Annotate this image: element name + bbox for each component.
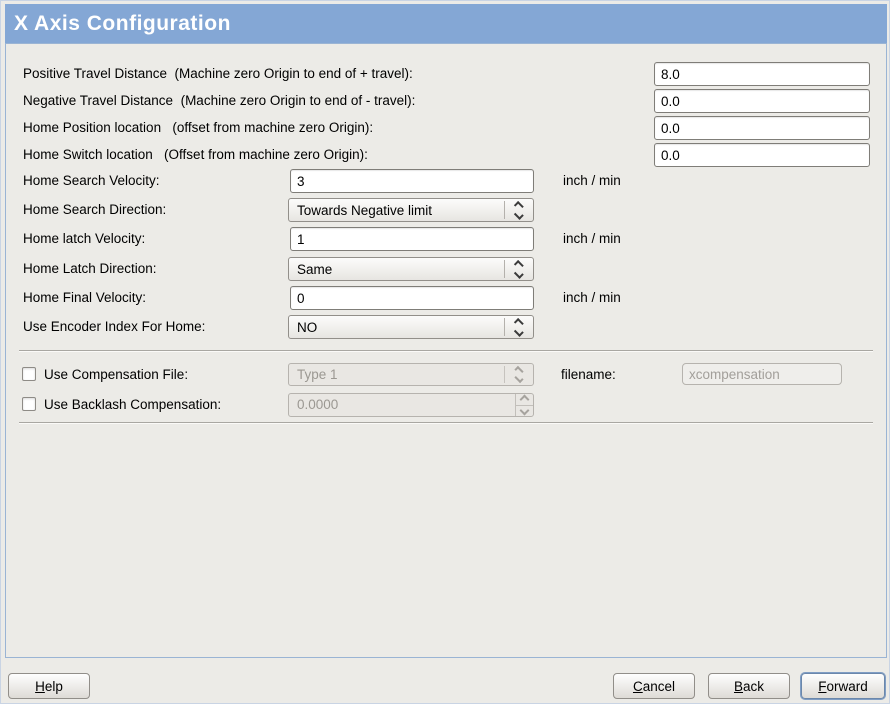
home-latch-direction-value: Same bbox=[289, 262, 504, 277]
home-search-direction-select[interactable]: Towards Negative limit bbox=[288, 198, 534, 222]
positive-travel-input[interactable] bbox=[654, 62, 870, 86]
home-search-direction-value: Towards Negative limit bbox=[289, 203, 504, 218]
compensation-type-value: Type 1 bbox=[289, 367, 504, 382]
separator bbox=[19, 350, 873, 352]
separator bbox=[19, 422, 873, 424]
compensation-type-select: Type 1 bbox=[288, 363, 534, 386]
home-search-velocity-label: Home Search Velocity: bbox=[23, 169, 160, 192]
use-compensation-file-checkbox[interactable] bbox=[22, 367, 36, 381]
home-latch-velocity-label: Home latch Velocity: bbox=[23, 227, 145, 250]
combo-arrows-icon bbox=[504, 201, 533, 219]
home-search-velocity-input[interactable] bbox=[290, 169, 534, 193]
use-backlash-compensation-checkbox[interactable] bbox=[22, 397, 36, 411]
x-axis-configuration-window: X Axis Configuration Positive Travel Dis… bbox=[0, 0, 890, 704]
home-final-velocity-input[interactable] bbox=[290, 286, 534, 310]
negative-travel-input[interactable] bbox=[654, 89, 870, 113]
use-compensation-file-label: Use Compensation File: bbox=[44, 363, 188, 386]
forward-button[interactable]: Forward bbox=[801, 673, 885, 699]
help-button[interactable]: Help bbox=[8, 673, 90, 699]
home-final-velocity-unit: inch / min bbox=[563, 286, 621, 310]
combo-arrows-icon bbox=[504, 318, 533, 336]
backlash-value: 0.0000 bbox=[289, 394, 515, 416]
cancel-button[interactable]: Cancel bbox=[613, 673, 695, 699]
home-latch-velocity-input[interactable] bbox=[290, 227, 534, 251]
home-switch-label: Home Switch location (Offset from machin… bbox=[23, 143, 368, 166]
home-latch-velocity-unit: inch / min bbox=[563, 227, 621, 251]
encoder-index-value: NO bbox=[289, 320, 504, 335]
negative-travel-label: Negative Travel Distance (Machine zero O… bbox=[23, 89, 415, 112]
spin-down-icon bbox=[516, 406, 533, 417]
encoder-index-select[interactable]: NO bbox=[288, 315, 534, 339]
home-search-velocity-unit: inch / min bbox=[563, 169, 621, 193]
compensation-filename-input bbox=[682, 363, 842, 385]
filename-label: filename: bbox=[561, 363, 616, 386]
home-latch-direction-select[interactable]: Same bbox=[288, 257, 534, 281]
page-title: X Axis Configuration bbox=[5, 4, 887, 43]
spin-up-icon bbox=[516, 394, 533, 406]
combo-arrows-icon bbox=[504, 260, 533, 278]
home-final-velocity-label: Home Final Velocity: bbox=[23, 286, 146, 309]
backlash-spinner: 0.0000 bbox=[288, 393, 534, 417]
use-backlash-compensation-label: Use Backlash Compensation: bbox=[44, 393, 221, 416]
home-search-direction-label: Home Search Direction: bbox=[23, 198, 166, 221]
combo-arrows-icon bbox=[504, 366, 533, 383]
encoder-index-label: Use Encoder Index For Home: bbox=[23, 315, 205, 338]
positive-travel-label: Positive Travel Distance (Machine zero O… bbox=[23, 62, 413, 85]
home-position-label: Home Position location (offset from mach… bbox=[23, 116, 373, 139]
spinner-buttons bbox=[515, 394, 533, 416]
back-button[interactable]: Back bbox=[708, 673, 790, 699]
home-position-input[interactable] bbox=[654, 116, 870, 140]
home-switch-input[interactable] bbox=[654, 143, 870, 167]
home-latch-direction-label: Home Latch Direction: bbox=[23, 257, 157, 280]
